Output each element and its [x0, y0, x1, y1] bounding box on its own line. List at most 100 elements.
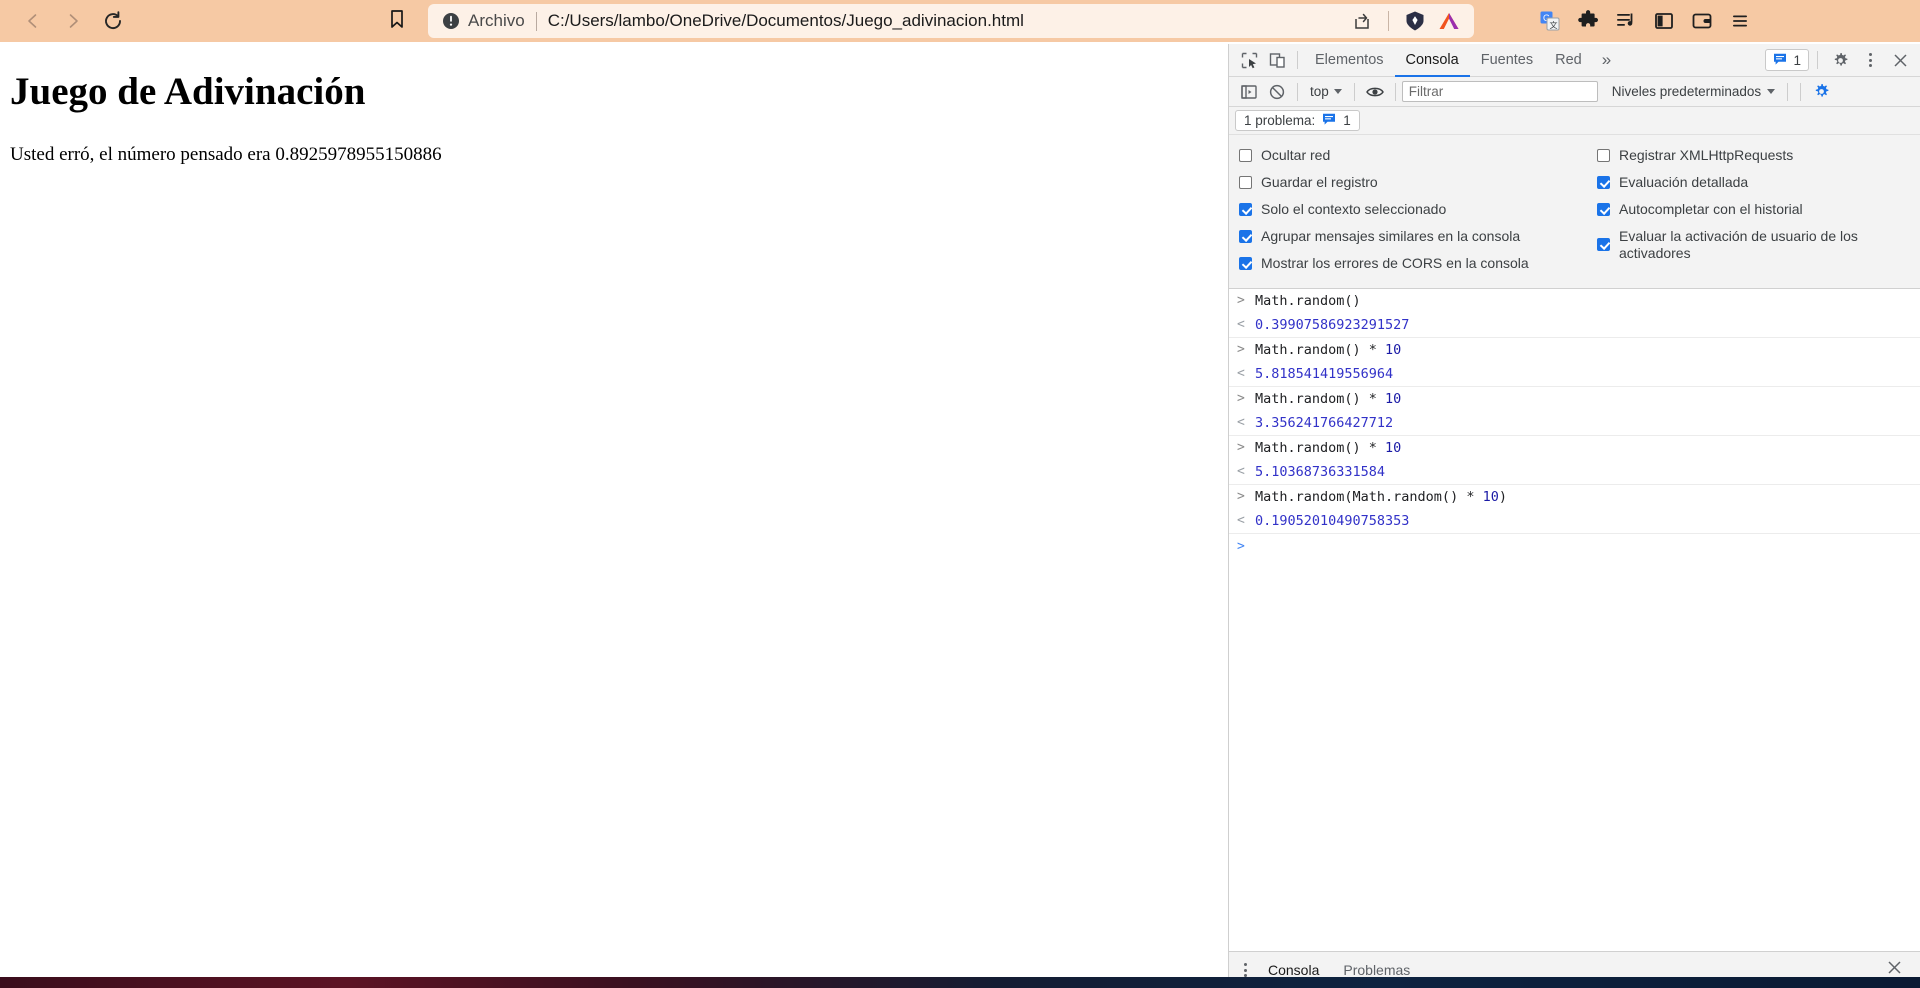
tab-red[interactable]: Red — [1544, 44, 1593, 76]
settings-right-column: Registrar XMLHttpRequests Evaluación det… — [1597, 144, 1910, 279]
brave-triangle-icon[interactable] — [1434, 6, 1464, 36]
tab-consola[interactable]: Consola — [1394, 44, 1470, 77]
screen: Archivo C:/Users/lambo/OneDrive/Document… — [0, 0, 1920, 988]
checkbox[interactable] — [1239, 257, 1252, 270]
console-input-text: Math.random() — [1255, 293, 1361, 309]
sidebar-icon[interactable] — [1646, 5, 1682, 37]
devtools-panel: Elementos Consola Fuentes Red » 1 top Fi… — [1228, 44, 1920, 988]
checkbox[interactable] — [1597, 149, 1610, 162]
console-output-line: < 0.19052010490758353 — [1229, 509, 1920, 533]
console-filter-input[interactable] — [1401, 81, 1598, 102]
console-output-line: < 0.39907586923291527 — [1229, 313, 1920, 337]
output-arrow-icon: < — [1237, 464, 1245, 479]
console-input-number: 10 — [1482, 489, 1499, 505]
device-toolbar-icon[interactable] — [1263, 47, 1291, 73]
input-arrow-icon: > — [1237, 342, 1245, 357]
close-icon[interactable] — [1886, 47, 1914, 73]
browser-menu-icon[interactable] — [1722, 5, 1758, 37]
problem-count: 1 — [1343, 113, 1351, 128]
console-input-number: 10 — [1385, 391, 1402, 407]
share-icon[interactable] — [1347, 6, 1377, 36]
checkbox[interactable] — [1239, 176, 1252, 189]
gear-icon[interactable] — [1826, 47, 1854, 73]
output-arrow-icon: < — [1237, 513, 1245, 528]
console-context-selector[interactable]: top — [1304, 81, 1348, 103]
eye-icon[interactable] — [1361, 79, 1389, 105]
devtools-tabs: Elementos Consola Fuentes Red » — [1304, 44, 1620, 77]
forward-button[interactable] — [54, 5, 92, 37]
brave-lion-icon[interactable] — [1400, 6, 1430, 36]
console-log-list[interactable]: > Math.random() < 0.39907586923291527 > … — [1229, 289, 1920, 951]
setting-mostrar-errores-cors[interactable]: Mostrar los errores de CORS en la consol… — [1239, 252, 1587, 279]
input-arrow-icon: > — [1237, 489, 1245, 504]
setting-evaluacion-detallada[interactable]: Evaluación detallada — [1597, 171, 1910, 198]
console-toolbar-divider-4 — [1787, 82, 1789, 101]
checkbox[interactable] — [1597, 238, 1610, 251]
input-arrow-icon: > — [1237, 293, 1245, 308]
input-arrow-icon: > — [1237, 391, 1245, 406]
setting-label: Agrupar mensajes similares en la consola — [1261, 228, 1521, 244]
setting-ocultar-red[interactable]: Ocultar red — [1239, 144, 1587, 171]
console-output-text: 5.818541419556964 — [1255, 366, 1394, 382]
prompt-caret-icon: > — [1237, 539, 1245, 554]
console-settings-gear-icon[interactable] — [1807, 79, 1835, 105]
console-toolbar: top Niveles predeterminados — [1229, 77, 1920, 107]
wallet-icon[interactable] — [1684, 5, 1720, 37]
bookmark-button[interactable] — [380, 5, 414, 37]
console-levels-value: Niveles predeterminados — [1611, 84, 1762, 99]
issues-badge[interactable]: 1 — [1765, 49, 1809, 71]
kebab-menu-icon[interactable] — [1856, 47, 1884, 73]
address-bar[interactable]: Archivo C:/Users/lambo/OneDrive/Document… — [428, 4, 1474, 38]
problem-label: 1 problema: — [1244, 113, 1316, 128]
clear-console-icon[interactable] — [1263, 79, 1291, 105]
issues-count: 1 — [1793, 52, 1801, 68]
console-toolbar-divider-1 — [1297, 82, 1298, 101]
console-input-number: 10 — [1385, 342, 1402, 358]
more-tabs-button[interactable]: » — [1593, 50, 1620, 70]
inspect-element-icon[interactable] — [1235, 47, 1263, 73]
console-input-number: 10 — [1385, 440, 1402, 456]
console-sidebar-icon[interactable] — [1235, 79, 1263, 105]
translate-icon[interactable]: G 文 — [1532, 5, 1568, 37]
info-circle-icon[interactable] — [442, 12, 460, 30]
checkbox[interactable] — [1239, 203, 1252, 216]
checkbox[interactable] — [1239, 149, 1252, 162]
console-input-line: > Math.random() * 10 — [1229, 338, 1920, 362]
checkbox[interactable] — [1597, 176, 1610, 189]
setting-label: Ocultar red — [1261, 147, 1331, 163]
console-levels-selector[interactable]: Niveles predeterminados — [1606, 84, 1781, 99]
issue-message-icon — [1773, 52, 1787, 69]
console-input-text: Math.random(Math.random() * 10) — [1255, 489, 1507, 505]
devtools-topbar: Elementos Consola Fuentes Red » 1 — [1229, 44, 1920, 77]
browser-tool-icons: G 文 — [1532, 5, 1758, 37]
extensions-puzzle-icon[interactable] — [1570, 5, 1606, 37]
setting-guardar-el-registro[interactable]: Guardar el registro — [1239, 171, 1587, 198]
back-arrow-icon — [23, 11, 43, 31]
playlist-icon[interactable] — [1608, 5, 1644, 37]
kebab-menu-icon[interactable] — [1235, 963, 1256, 977]
setting-autocompletar-con-el-historial[interactable]: Autocompletar con el historial — [1597, 198, 1910, 225]
reload-button[interactable] — [94, 5, 132, 37]
console-toolbar-divider-5 — [1800, 82, 1802, 101]
console-output-line: < 3.356241766427712 — [1229, 411, 1920, 435]
console-output-line: < 5.818541419556964 — [1229, 362, 1920, 386]
setting-solo-el-contexto-seleccionado[interactable]: Solo el contexto seleccionado — [1239, 198, 1587, 225]
checkbox[interactable] — [1239, 230, 1252, 243]
problem-badge[interactable]: 1 problema: 1 — [1235, 110, 1360, 131]
console-settings-panel: Ocultar red Guardar el registro Solo el … — [1229, 135, 1920, 289]
issue-message-icon — [1322, 112, 1336, 129]
back-button[interactable] — [14, 5, 52, 37]
console-input-text: Math.random() * 10 — [1255, 342, 1402, 358]
chevron-down-icon — [1333, 89, 1342, 94]
output-arrow-icon: < — [1237, 415, 1245, 430]
tab-fuentes[interactable]: Fuentes — [1470, 44, 1544, 76]
checkbox[interactable] — [1597, 203, 1610, 216]
tab-elementos[interactable]: Elementos — [1304, 44, 1395, 76]
console-prompt[interactable]: > — [1229, 534, 1920, 559]
setting-registrar-xmlhttprequests[interactable]: Registrar XMLHttpRequests — [1597, 144, 1910, 171]
console-input-text: Math.random() * 10 — [1255, 391, 1402, 407]
setting-agrupar-mensajes-similares[interactable]: Agrupar mensajes similares en la consola — [1239, 225, 1587, 252]
console-input-line: > Math.random() — [1229, 289, 1920, 313]
console-toolbar-divider-3 — [1394, 82, 1396, 101]
setting-evaluar-activacion-de-usuario[interactable]: Evaluar la activación de usuario de los … — [1597, 225, 1910, 265]
